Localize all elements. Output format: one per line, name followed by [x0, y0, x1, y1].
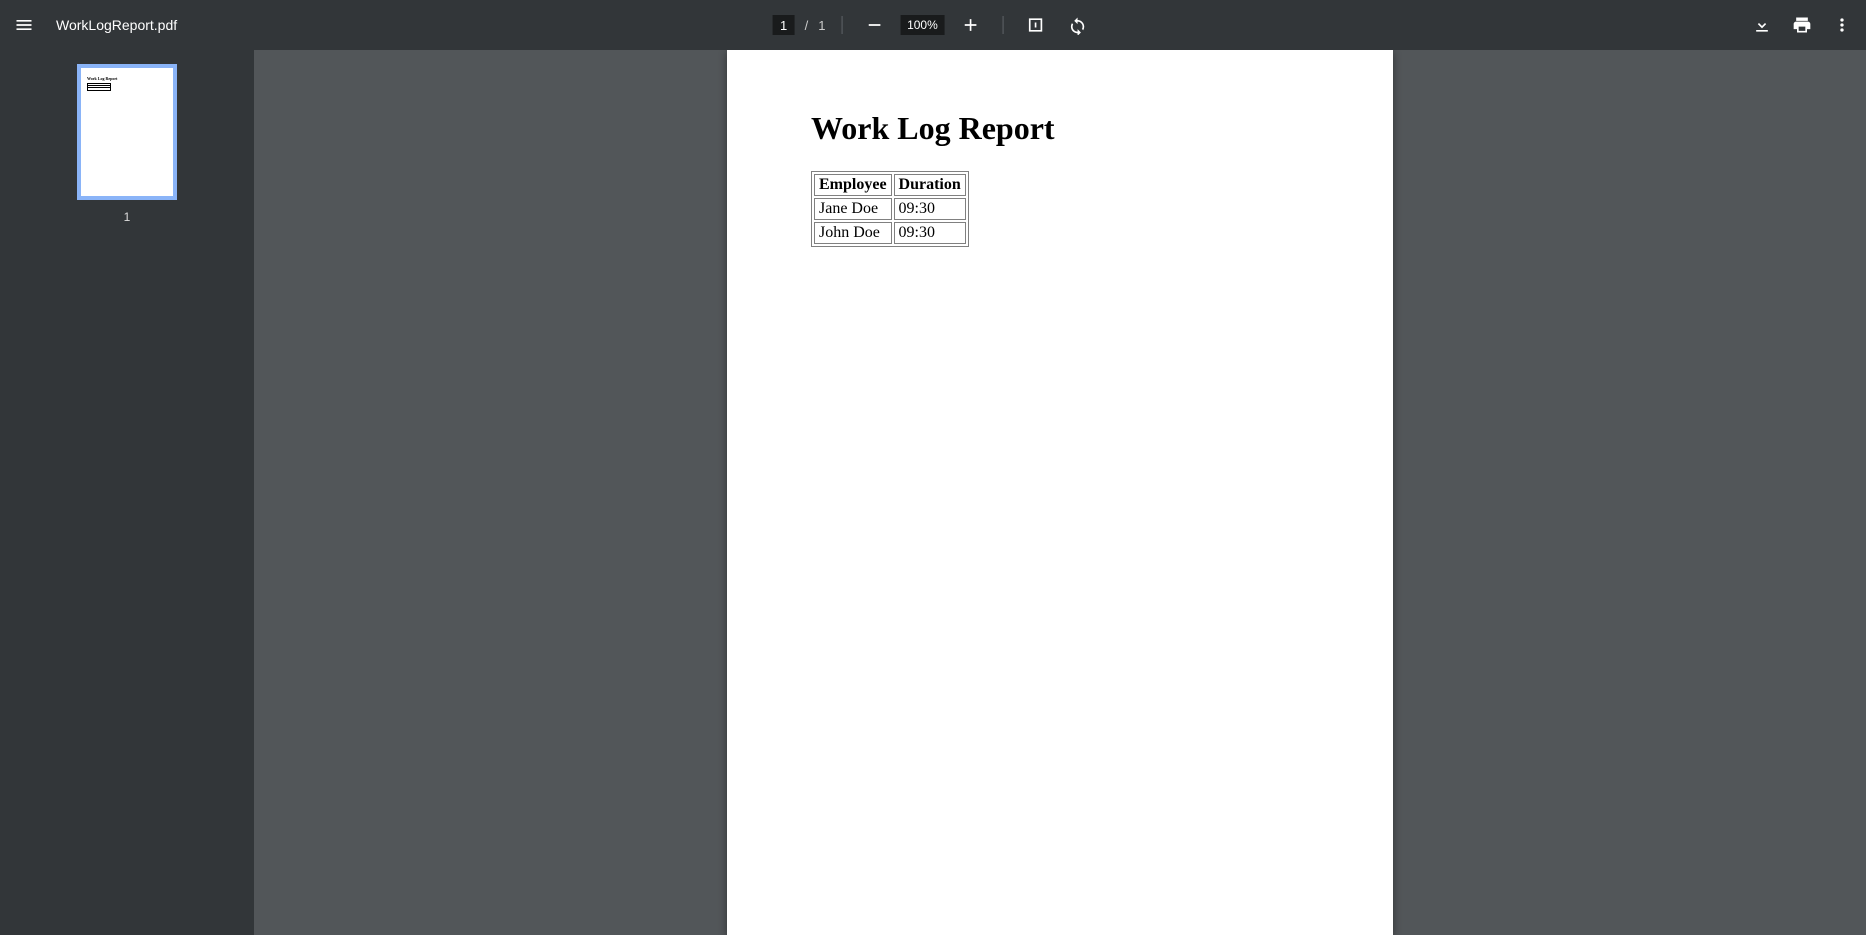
- more-options-button[interactable]: [1826, 9, 1858, 41]
- thumbnail-sidebar: Work Log Report 1: [0, 50, 254, 935]
- zoom-level[interactable]: 100%: [900, 15, 944, 35]
- table-cell-duration: 09:30: [894, 222, 966, 244]
- main-area: Work Log Report 1 Work Log Report Employ…: [0, 50, 1866, 935]
- menu-icon: [14, 15, 34, 35]
- rotate-button[interactable]: [1061, 9, 1093, 41]
- thumbnail-page-number: 1: [124, 210, 131, 224]
- toolbar-divider: [1002, 16, 1003, 34]
- pdf-toolbar: WorkLogReport.pdf / 1 100%: [0, 0, 1866, 50]
- plus-icon: [960, 15, 980, 35]
- thumbnail-item[interactable]: Work Log Report 1: [0, 64, 254, 224]
- print-button[interactable]: [1786, 9, 1818, 41]
- page-thumbnail[interactable]: Work Log Report: [77, 64, 177, 200]
- fit-to-page-button[interactable]: [1019, 9, 1051, 41]
- table-row: John Doe 09:30: [814, 222, 966, 244]
- zoom-in-button[interactable]: [954, 9, 986, 41]
- table-cell-duration: 09:30: [894, 198, 966, 220]
- table-header-row: Employee Duration: [814, 174, 966, 196]
- print-icon: [1792, 15, 1812, 35]
- download-icon: [1752, 15, 1772, 35]
- document-page: Work Log Report Employee Duration Jane D…: [727, 50, 1393, 935]
- thumb-doc-title: Work Log Report: [87, 76, 167, 81]
- document-title: Work Log Report: [811, 110, 1309, 147]
- document-viewer[interactable]: Work Log Report Employee Duration Jane D…: [254, 50, 1866, 935]
- download-button[interactable]: [1746, 9, 1778, 41]
- table-cell-employee: John Doe: [814, 222, 892, 244]
- thumb-table-preview: [87, 83, 111, 91]
- table-cell-employee: Jane Doe: [814, 198, 892, 220]
- current-page-input[interactable]: [773, 15, 795, 35]
- menu-button[interactable]: [8, 9, 40, 41]
- more-vertical-icon: [1832, 15, 1852, 35]
- table-header-employee: Employee: [814, 174, 892, 196]
- page-separator: /: [805, 18, 809, 33]
- rotate-icon: [1067, 15, 1087, 35]
- table-row: Jane Doe 09:30: [814, 198, 966, 220]
- total-pages: 1: [818, 18, 825, 33]
- zoom-out-button[interactable]: [858, 9, 890, 41]
- table-header-duration: Duration: [894, 174, 966, 196]
- minus-icon: [864, 15, 884, 35]
- document-filename: WorkLogReport.pdf: [56, 17, 177, 33]
- toolbar-divider: [841, 16, 842, 34]
- fit-page-icon: [1025, 15, 1045, 35]
- worklog-table: Employee Duration Jane Doe 09:30 John Do…: [811, 171, 969, 247]
